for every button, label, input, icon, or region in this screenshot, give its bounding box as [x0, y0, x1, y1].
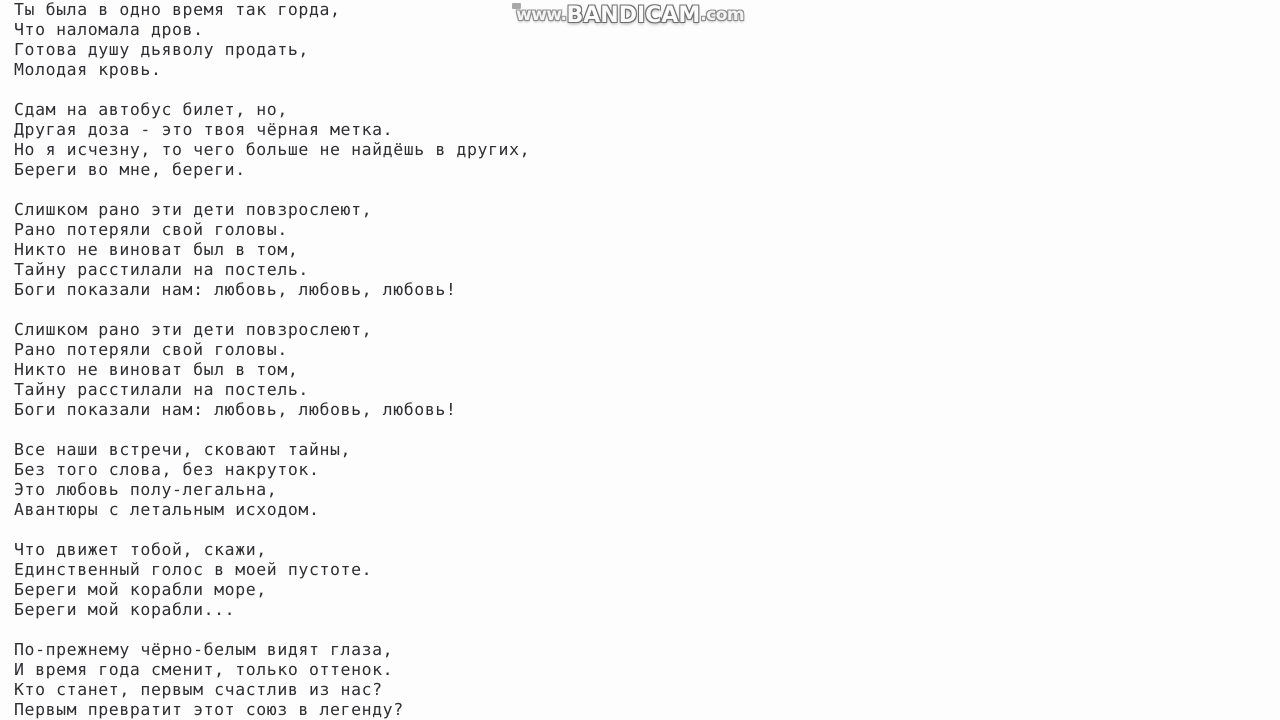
- lyrics-line: Береги во мне, береги.: [14, 160, 246, 179]
- lyrics-line: Молодая кровь.: [14, 60, 162, 79]
- bandicam-watermark: www. BANDICAM .com: [512, 1, 745, 29]
- lyrics-line: Рано потеряли свой головы.: [14, 220, 288, 239]
- lyrics-screen: Ты была в одно время так горда, Что налом…: [0, 0, 1280, 720]
- lyrics-line: Боги показали нам: любовь, любовь, любов…: [14, 280, 457, 299]
- lyrics-line: Без того слова, без накруток.: [14, 460, 320, 479]
- lyrics-line: Готова душу дьяволу продать,: [14, 40, 309, 59]
- lyrics-blank-line: [14, 520, 1266, 540]
- lyrics-line: Боги показали нам: любовь, любовь, любов…: [14, 400, 457, 419]
- lyrics-line: И время года сменит, только оттенок.: [14, 660, 394, 679]
- lyrics-line: Единственный голос в моей пустоте.: [14, 560, 373, 579]
- lyrics-line: Но я исчезну, то чего больше не найдёшь …: [14, 140, 531, 159]
- lyrics-line: Что движет тобой, скажи,: [14, 540, 267, 559]
- watermark-suffix: .com: [700, 5, 745, 25]
- lyrics-line: Это любовь полу-легальна,: [14, 480, 278, 499]
- lyrics-line: Сдам на автобус билет, но,: [14, 100, 288, 119]
- lyrics-line: Тайну расстилали на постель.: [14, 380, 309, 399]
- lyrics-text-block: Ты была в одно время так горда, Что налом…: [14, 0, 1266, 720]
- lyrics-line: Другая доза - это твоя чёрная метка.: [14, 120, 394, 139]
- lyrics-line: Слишком рано эти дети повзрослеют,: [14, 200, 373, 219]
- bandicam-logo-nub: [512, 3, 521, 9]
- lyrics-line: Авантюры с летальным исходом.: [14, 500, 320, 519]
- lyrics-line: Никто не виноват был в том,: [14, 240, 299, 259]
- watermark-brand: BANDICAM: [566, 2, 701, 28]
- lyrics-blank-line: [14, 80, 1266, 100]
- lyrics-blank-line: [14, 420, 1266, 440]
- lyrics-blank-line: [14, 620, 1266, 640]
- lyrics-line: Рано потеряли свой головы.: [14, 340, 288, 359]
- lyrics-blank-line: [14, 180, 1266, 200]
- lyrics-line: Береги мой корабли море,: [14, 580, 267, 599]
- lyrics-line: Первым превратит этот союз в легенду?: [14, 700, 404, 719]
- lyrics-blank-line: [14, 300, 1266, 320]
- lyrics-line: Береги мой корабли...: [14, 600, 236, 619]
- lyrics-line: По-прежнему чёрно-белым видят глаза,: [14, 640, 394, 659]
- lyrics-line: Все наши встречи, сковают тайны,: [14, 440, 352, 459]
- lyrics-line: Никто не виноват был в том,: [14, 360, 299, 379]
- lyrics-line: Кто станет, первым счастлив из нас?: [14, 680, 383, 699]
- watermark-prefix: www.: [516, 5, 567, 25]
- lyrics-line: Тайну расстилали на постель.: [14, 260, 309, 279]
- lyrics-line: Слишком рано эти дети повзрослеют,: [14, 320, 373, 339]
